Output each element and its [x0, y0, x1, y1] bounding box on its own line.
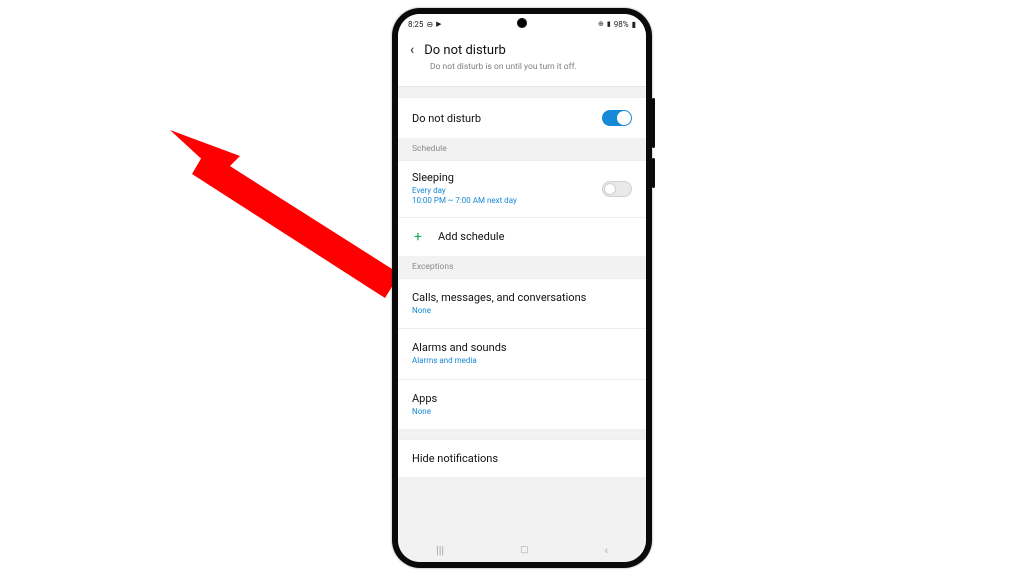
- exceptions-calls-sub: None: [412, 306, 632, 316]
- section-exceptions: Exceptions: [398, 256, 646, 278]
- exceptions-apps-row[interactable]: Apps None: [398, 379, 646, 429]
- exceptions-calls-label: Calls, messages, and conversations: [412, 291, 632, 304]
- battery-icon: ▮: [632, 20, 636, 29]
- exceptions-calls-row[interactable]: Calls, messages, and conversations None: [398, 278, 646, 328]
- dnd-toggle-switch[interactable]: [602, 110, 632, 126]
- add-schedule-row[interactable]: + Add schedule: [398, 217, 646, 256]
- add-schedule-label: Add schedule: [438, 230, 504, 243]
- dnd-toggle-label: Do not disturb: [412, 112, 602, 125]
- power-button: [652, 158, 655, 188]
- wifi-icon: ⊕: [598, 20, 604, 28]
- hide-notifications-label: Hide notifications: [412, 452, 632, 465]
- phone-frame: 8:25 ⊖ ▶ ⊕ ▮ 98% ▮ ‹ Do not disturb Do n…: [392, 8, 652, 568]
- exceptions-alarms-sub: Alarms and media: [412, 356, 632, 366]
- battery-text: 98%: [614, 20, 629, 29]
- spacer: [398, 429, 646, 439]
- pointer-arrow: [170, 130, 430, 330]
- plus-icon: +: [412, 230, 424, 244]
- page-title: Do not disturb: [424, 43, 506, 58]
- android-nav-bar: ||| ▢ ‹: [398, 538, 646, 562]
- bottom-fill: [398, 477, 646, 527]
- dnd-toggle-row[interactable]: Do not disturb: [398, 97, 646, 138]
- spacer: [398, 87, 646, 97]
- exceptions-apps-sub: None: [412, 407, 632, 417]
- camera-hole-icon: [517, 18, 527, 28]
- volume-button: [652, 98, 655, 148]
- video-status-icon: ▶: [436, 20, 441, 28]
- status-bar: 8:25 ⊖ ▶ ⊕ ▮ 98% ▮: [398, 14, 646, 34]
- exceptions-apps-label: Apps: [412, 392, 632, 405]
- signal-icon: ▮: [607, 20, 611, 28]
- home-icon[interactable]: ▢: [520, 545, 529, 555]
- hide-notifications-row[interactable]: Hide notifications: [398, 439, 646, 477]
- status-time: 8:25: [408, 20, 423, 29]
- exceptions-alarms-label: Alarms and sounds: [412, 341, 632, 354]
- schedule-sleeping-label: Sleeping: [412, 171, 602, 184]
- schedule-sleeping-row[interactable]: Sleeping Every day 10:00 PM ~ 7:00 AM ne…: [398, 160, 646, 217]
- dnd-status-icon: ⊖: [426, 20, 433, 29]
- page-header: ‹ Do not disturb: [398, 34, 646, 62]
- schedule-sleeping-time: 10:00 PM ~ 7:00 AM next day: [412, 196, 602, 206]
- back-icon[interactable]: ‹: [410, 42, 414, 58]
- section-schedule: Schedule: [398, 138, 646, 160]
- schedule-sleeping-days: Every day: [412, 186, 602, 196]
- recents-icon[interactable]: |||: [436, 544, 444, 557]
- back-nav-icon[interactable]: ‹: [605, 544, 608, 557]
- schedule-sleeping-toggle[interactable]: [602, 181, 632, 197]
- page-subtitle: Do not disturb is on until you turn it o…: [398, 62, 646, 87]
- exceptions-alarms-row[interactable]: Alarms and sounds Alarms and media: [398, 328, 646, 378]
